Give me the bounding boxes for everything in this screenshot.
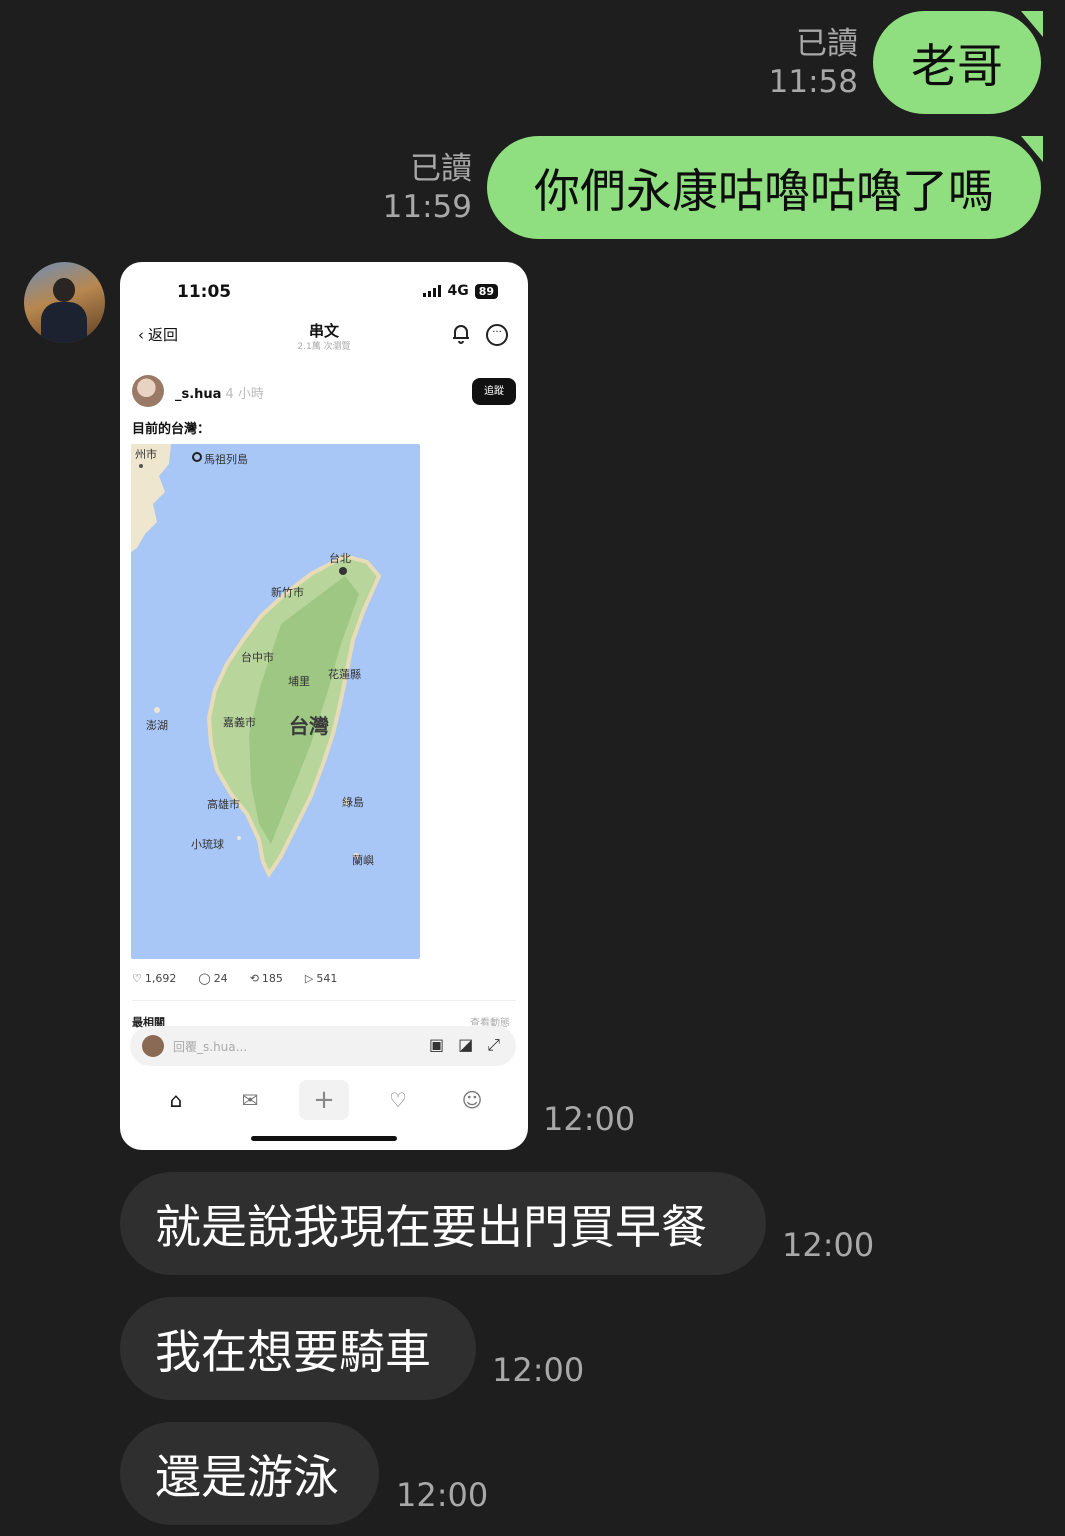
post-age: 4 小時 xyxy=(225,387,264,402)
repost-icon: ⟲ xyxy=(249,972,259,985)
network-label: 4G xyxy=(447,283,469,299)
map-land-shape xyxy=(131,444,382,878)
message-text: 就是說我現在要出門買早餐 xyxy=(155,1199,707,1254)
incoming-message-bubble[interactable]: 我在想要騎車 xyxy=(120,1297,476,1400)
repost-count: ⟲ 185 xyxy=(250,972,283,985)
map-label: 澎湖 xyxy=(146,719,168,732)
repost-count-value: 185 xyxy=(261,972,283,985)
message-text: 還是游泳 xyxy=(155,1449,339,1504)
divider xyxy=(132,1000,516,1001)
mail-icon: ✉ xyxy=(241,1088,259,1112)
message-meta: 已讀 11:59 xyxy=(352,150,472,226)
user-icon: ☺ xyxy=(461,1088,483,1112)
map-label: 花蓮縣 xyxy=(328,668,361,681)
map-label: 台中市 xyxy=(241,651,274,664)
map-label: 嘉義市 xyxy=(223,716,256,729)
taiwan-map-image: 州市 馬祖列島 台北 新竹市 台中市 埔里 花蓮縣 澎湖 嘉義市 台灣 高雄市 … xyxy=(131,444,420,959)
share-count: ▷ 541 xyxy=(305,972,337,985)
avatar-head xyxy=(53,278,75,302)
status-indicators: 4G 89 xyxy=(423,283,498,299)
map-label: 埔里 xyxy=(288,675,310,688)
map-label: 馬祖列島 xyxy=(204,453,248,466)
post-actions: ♡ 1,692 ◯ 24 ⟲ 185 ▷ 541 xyxy=(132,972,337,985)
post-author: _s.hua 4 小時 xyxy=(175,383,264,402)
battery-icon: 89 xyxy=(474,283,498,299)
reply-avatar xyxy=(142,1035,164,1057)
map-label: 州市 xyxy=(135,448,157,461)
tab-bar: ⌂ ✉ + ♡ ☺ xyxy=(120,1080,528,1120)
incoming-message-bubble[interactable]: 就是說我現在要出門買早餐 xyxy=(120,1172,766,1275)
expand-icon: ⤢ xyxy=(487,1035,500,1054)
status-time: 11:05 xyxy=(177,282,232,302)
message-meta: 已讀 11:58 xyxy=(740,25,858,101)
more-icon: ··· xyxy=(486,324,508,346)
bell-icon xyxy=(453,325,469,344)
message-text: 老哥 xyxy=(911,38,1003,93)
message-time: 12:00 xyxy=(492,1351,585,1389)
map-label-taiwan: 台灣 xyxy=(289,714,329,738)
message-time: 12:00 xyxy=(543,1100,636,1138)
send-icon: ▷ xyxy=(304,972,314,985)
home-indicator xyxy=(251,1136,397,1141)
like-count: ♡ 1,692 xyxy=(132,972,176,985)
comment-count-value: 24 xyxy=(213,972,228,985)
heart-tab-icon: ♡ xyxy=(389,1088,407,1112)
message-time: 12:00 xyxy=(396,1476,489,1514)
map-label: 台北 xyxy=(329,552,351,565)
outgoing-message-bubble[interactable]: 老哥 xyxy=(873,11,1043,114)
read-receipt: 已讀 xyxy=(796,26,858,62)
avatar-body xyxy=(41,302,87,343)
map-label: 小琉球 xyxy=(191,838,224,851)
post-author-avatar xyxy=(132,375,164,407)
reply-bar: 回覆_s.hua... ▣ ◪ ⤢ xyxy=(130,1026,516,1066)
signal-icon xyxy=(423,285,442,297)
follow-button: 追蹤 xyxy=(472,378,516,405)
sticker-icon: ◪ xyxy=(458,1035,474,1054)
post-username: _s.hua xyxy=(175,387,222,402)
post-text: 目前的台灣： xyxy=(132,422,211,437)
reply-icons: ▣ ◪ ⤢ xyxy=(429,1035,500,1055)
message-time: 11:59 xyxy=(382,189,472,225)
map-label: 新竹市 xyxy=(271,586,304,599)
incoming-message-bubble[interactable]: 還是游泳 xyxy=(120,1422,379,1525)
home-icon: ⌂ xyxy=(169,1088,183,1112)
read-receipt: 已讀 xyxy=(410,151,472,187)
like-count-value: 1,692 xyxy=(144,972,177,985)
heart-icon: ♡ xyxy=(132,972,142,985)
message-time: 11:58 xyxy=(768,64,858,100)
map-label: 蘭嶼 xyxy=(352,854,374,867)
add-icon: + xyxy=(299,1080,349,1120)
reply-placeholder: 回覆_s.hua... xyxy=(173,1040,248,1054)
gallery-icon: ▣ xyxy=(428,1035,445,1054)
share-count-value: 541 xyxy=(316,972,338,985)
map-label: 綠島 xyxy=(342,796,364,809)
image-message[interactable]: 11:05 4G 89 ‹ 返回 串文 2.1萬 次瀏覽 ··· _s.hua 4… xyxy=(120,262,528,1150)
message-text: 我在想要騎車 xyxy=(155,1324,431,1379)
outgoing-message-bubble[interactable]: 你們永康咕嚕咕嚕了嗎 xyxy=(487,136,1043,239)
map-label: 高雄市 xyxy=(207,798,240,811)
comment-icon: ◯ xyxy=(198,972,211,985)
comment-count: ◯ 24 xyxy=(198,972,227,985)
message-text: 你們永康咕嚕咕嚕了嗎 xyxy=(534,163,994,218)
message-time: 12:00 xyxy=(782,1226,875,1264)
sender-avatar[interactable] xyxy=(24,262,105,343)
